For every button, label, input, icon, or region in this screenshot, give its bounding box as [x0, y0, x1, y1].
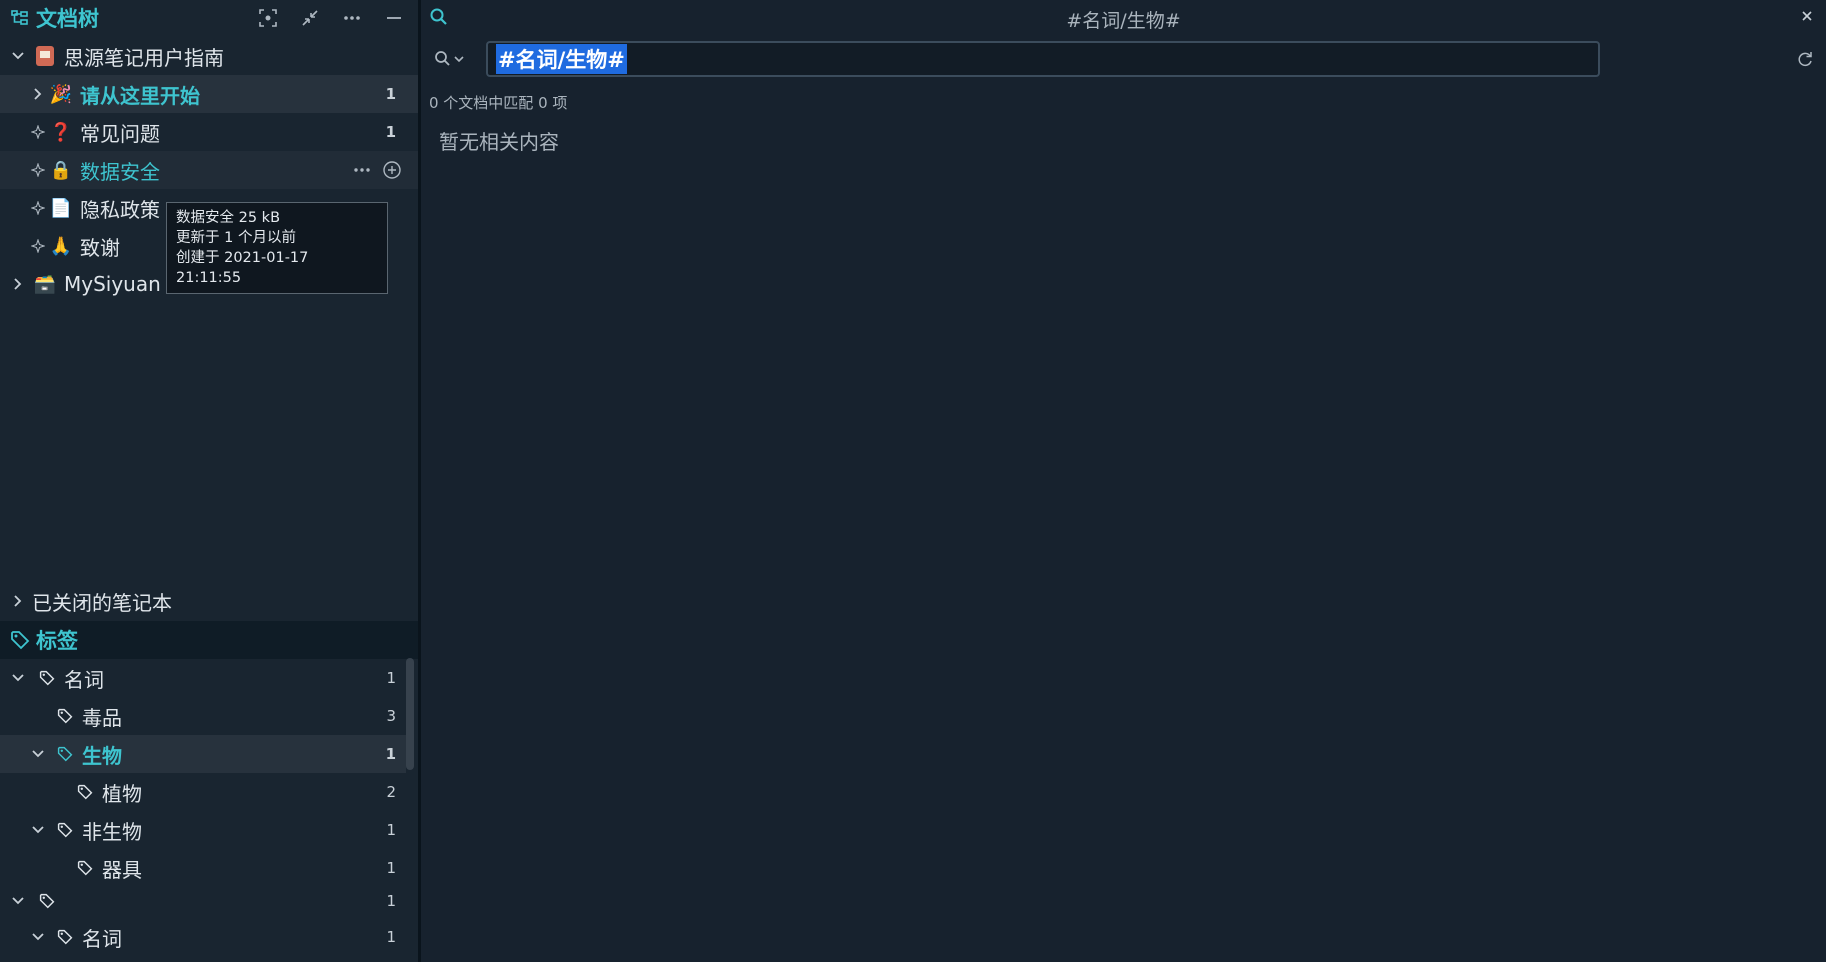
search-mode-dropdown[interactable] — [433, 49, 465, 69]
tag-item[interactable]: 1 — [0, 884, 418, 918]
tag-item[interactable]: 名词 1 — [0, 918, 418, 956]
tag-count: 1 — [386, 821, 396, 839]
chevron-right-icon[interactable] — [8, 274, 28, 294]
result-count: 0 个文档中匹配 0 项 — [429, 94, 568, 112]
search-icon — [435, 51, 450, 66]
doc-tree-icon — [10, 8, 30, 28]
tag-icon — [56, 928, 74, 946]
tag-icon — [56, 745, 74, 763]
doc-item-start-here[interactable]: 🎉 请从这里开始 1 — [0, 75, 418, 113]
leaf-dot-icon — [28, 122, 48, 142]
doc-item-faq[interactable]: ❓ 常见问题 1 — [0, 113, 418, 151]
closed-notebooks[interactable]: 已关闭的笔记本 — [0, 582, 418, 620]
tags-header: 标签 — [0, 621, 418, 659]
tag-count: 1 — [385, 745, 396, 763]
doc-label: 常见问题 — [80, 121, 160, 146]
closed-notebooks-label: 已关闭的笔记本 — [32, 590, 172, 615]
chevron-down-icon[interactable] — [28, 744, 48, 764]
more-icon[interactable] — [350, 158, 374, 182]
search-input[interactable]: #名词/生物# — [486, 41, 1600, 77]
pray-icon: 🙏 — [49, 235, 73, 257]
tag-icon — [38, 669, 56, 687]
doc-label: 请从这里开始 — [80, 83, 200, 108]
doc-count: 1 — [385, 123, 396, 141]
tag-item[interactable]: 非生物 1 — [0, 811, 418, 849]
search-panel-title: #名词/生物# — [1066, 10, 1181, 32]
search-panel: #名词/生物# #名词/生物# 0 个文档中匹配 0 项 暂无相关内容 — [421, 0, 1826, 962]
chevron-right-icon[interactable] — [8, 591, 28, 611]
tag-label: 毒品 — [82, 705, 122, 730]
more-icon[interactable] — [342, 8, 362, 28]
tag-label: 名词 — [64, 667, 104, 692]
tag-icon — [56, 707, 74, 725]
tag-count: 2 — [386, 783, 396, 801]
doc-label: 隐私政策 — [80, 197, 160, 222]
tag-count: 1 — [386, 892, 396, 910]
chevron-down-icon[interactable] — [8, 668, 28, 688]
party-icon: 🎉 — [49, 83, 73, 105]
chevron-right-icon[interactable] — [28, 84, 48, 104]
focus-icon[interactable] — [258, 8, 278, 28]
search-query-text[interactable]: #名词/生物# — [496, 44, 627, 74]
tag-label: 植物 — [102, 781, 142, 806]
doc-label: 致谢 — [80, 235, 120, 260]
tag-count: 1 — [386, 928, 396, 946]
chevron-down-icon[interactable] — [8, 891, 28, 911]
tag-item[interactable]: 器具 1 — [0, 849, 418, 887]
tag-item[interactable]: 植物 2 — [0, 773, 418, 811]
minimize-icon[interactable] — [384, 8, 404, 28]
doc-label: 数据安全 — [80, 159, 160, 184]
refresh-icon[interactable] — [1796, 50, 1814, 68]
chevron-down-icon[interactable] — [8, 46, 28, 66]
tag-item[interactable]: 毒品 3 — [0, 697, 418, 735]
doc-info-tooltip: 数据安全 25 kB 更新于 1 个月以前 创建于 2021-01-17 21:… — [166, 202, 388, 294]
tag-count: 1 — [386, 669, 396, 687]
doc-item-data-security[interactable]: 🔒 数据安全 — [0, 151, 418, 189]
tag-count: 3 — [386, 707, 396, 725]
left-sidebar: 文档树 思源笔记用户指南 🎉 请从这里开始 1 ❓ 常见问题 1 🔒 数据安全 … — [0, 0, 418, 962]
add-doc-icon[interactable] — [380, 158, 404, 182]
chevron-down-icon[interactable] — [28, 820, 48, 840]
tooltip-line: 更新于 1 个月以前 — [176, 230, 296, 246]
notebook-icon — [32, 43, 58, 69]
tag-label: 非生物 — [82, 819, 142, 844]
tags-title: 标签 — [36, 629, 78, 653]
doc-tree-header: 文档树 — [0, 0, 418, 36]
notebook-user-guide[interactable]: 思源笔记用户指南 — [0, 37, 418, 75]
tooltip-line: 创建于 2021-01-17 21:11:55 — [176, 250, 309, 286]
leaf-dot-icon — [28, 198, 48, 218]
doc-count: 1 — [385, 85, 396, 103]
chevron-down-icon[interactable] — [28, 927, 48, 947]
document-icon: 📄 — [49, 197, 73, 219]
tag-icon — [38, 892, 56, 910]
tag-count: 1 — [386, 859, 396, 877]
leaf-dot-icon — [28, 236, 48, 256]
tag-label: 名词 — [82, 926, 122, 951]
empty-results-message: 暂无相关内容 — [439, 130, 559, 154]
doc-tree-actions — [258, 0, 404, 36]
tag-item-selected[interactable]: 生物 1 — [0, 735, 406, 773]
notebook-label: 思源笔记用户指南 — [64, 45, 224, 70]
close-icon[interactable] — [1800, 9, 1814, 23]
tooltip-line: 数据安全 25 kB — [176, 210, 281, 226]
tag-icon — [76, 859, 94, 877]
tag-label: 生物 — [82, 743, 122, 768]
chevron-down-icon — [454, 56, 464, 63]
lock-icon: 🔒 — [49, 159, 73, 181]
tags-scrollbar[interactable] — [406, 658, 414, 770]
question-icon: ❓ — [49, 121, 73, 143]
search-panel-header: #名词/生物# — [421, 0, 1826, 34]
tag-icon — [76, 783, 94, 801]
collapse-all-icon[interactable] — [300, 8, 320, 28]
tag-label: 器具 — [102, 857, 142, 882]
card-box-icon: 🗃️ — [33, 273, 57, 295]
doc-tree-title: 文档树 — [36, 7, 99, 31]
tag-item[interactable]: 名词 1 — [0, 659, 418, 697]
tag-icon — [10, 630, 30, 650]
leaf-dot-icon — [28, 160, 48, 180]
tag-icon — [56, 821, 74, 839]
notebook-label: MySiyuan — [64, 272, 161, 296]
